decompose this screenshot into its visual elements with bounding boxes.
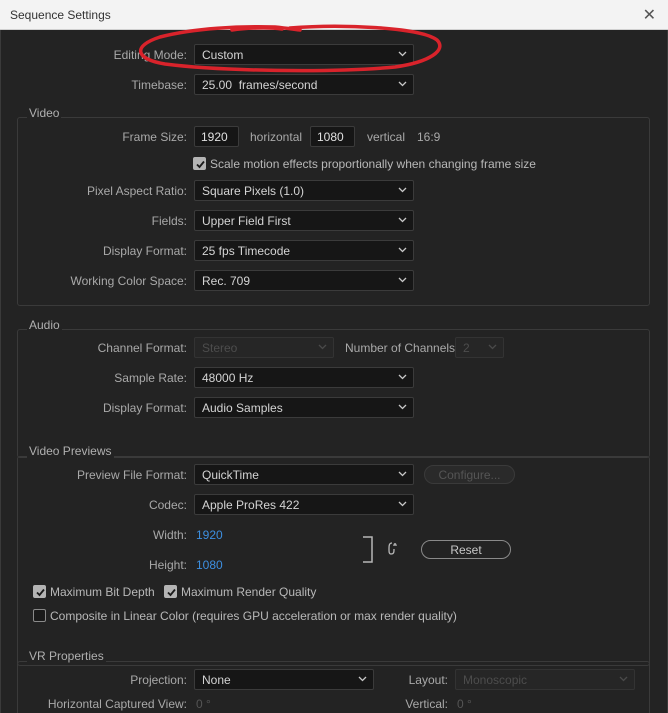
preview-format-label: Preview File Format: xyxy=(76,468,187,482)
audio-display-format-value: Audio Samples xyxy=(202,401,283,415)
preview-height-label: Height: xyxy=(148,558,187,572)
par-label: Pixel Aspect Ratio: xyxy=(86,184,187,198)
fields-value: Upper Field First xyxy=(202,214,291,228)
max-render-quality-checkbox[interactable] xyxy=(164,585,177,598)
par-value: Square Pixels (1.0) xyxy=(202,184,305,198)
preview-width-label: Width: xyxy=(152,528,187,542)
sample-rate-value: 48000 Hz xyxy=(202,371,254,385)
scale-motion-checkbox[interactable] xyxy=(193,157,206,170)
configure-button[interactable]: Configure... xyxy=(424,465,515,484)
chevron-down-icon xyxy=(397,399,408,415)
chevron-down-icon xyxy=(397,272,408,288)
frame-size-label: Frame Size: xyxy=(122,130,187,144)
title-bar: Sequence Settings ✕ xyxy=(0,0,668,30)
video-display-format-select[interactable]: 25 fps Timecode xyxy=(194,240,414,261)
aspect-ratio-text: 16:9 xyxy=(417,130,441,144)
fields-label: Fields: xyxy=(151,214,187,228)
chevron-down-icon xyxy=(397,466,408,482)
max-bit-depth-checkbox[interactable] xyxy=(33,585,46,598)
link-icon[interactable] xyxy=(361,535,401,565)
projection-value: None xyxy=(202,673,231,687)
preview-format-value: QuickTime xyxy=(202,468,259,482)
max-bit-depth-label: Maximum Bit Depth xyxy=(50,585,155,599)
chevron-down-icon xyxy=(317,339,328,355)
channel-format-value: Stereo xyxy=(202,341,238,355)
composite-linear-label: Composite in Linear Color (requires GPU … xyxy=(50,609,457,623)
editing-mode-select[interactable]: Custom xyxy=(194,44,414,65)
frame-width-input[interactable]: 1920 xyxy=(194,126,239,147)
horizontal-captured-view-value[interactable]: 0 ° xyxy=(196,697,211,711)
num-channels-value: 2 xyxy=(463,341,470,355)
vertical-label: vertical xyxy=(367,130,406,144)
editing-mode-value: Custom xyxy=(202,48,244,62)
chevron-down-icon xyxy=(397,242,408,258)
video-previews-title: Video Previews xyxy=(27,444,114,458)
chevron-down-icon xyxy=(397,76,408,92)
color-space-value: Rec. 709 xyxy=(202,274,251,288)
scale-motion-label: Scale motion effects proportionally when… xyxy=(210,157,536,171)
codec-value: Apple ProRes 422 xyxy=(202,498,300,512)
projection-select[interactable]: None xyxy=(194,669,374,690)
chevron-down-icon xyxy=(397,369,408,385)
codec-label: Codec: xyxy=(148,498,187,512)
layout-label: Layout: xyxy=(408,673,448,687)
window-title: Sequence Settings xyxy=(10,8,111,22)
sample-rate-select[interactable]: 48000 Hz xyxy=(194,367,414,388)
editing-mode-label: Editing Mode: xyxy=(113,48,187,62)
chevron-down-icon xyxy=(357,671,368,687)
color-space-label: Working Color Space: xyxy=(70,274,188,288)
chevron-down-icon xyxy=(487,339,498,355)
layout-value: Monoscopic xyxy=(463,673,528,687)
preview-format-select[interactable]: QuickTime xyxy=(194,464,414,485)
video-group-title: Video xyxy=(27,106,62,120)
chevron-down-icon xyxy=(397,496,408,512)
preview-width-value[interactable]: 1920 xyxy=(196,528,223,542)
par-select[interactable]: Square Pixels (1.0) xyxy=(194,180,414,201)
channel-format-select[interactable]: Stereo xyxy=(194,337,334,358)
color-space-select[interactable]: Rec. 709 xyxy=(194,270,414,291)
preview-height-value[interactable]: 1080 xyxy=(196,558,223,572)
horizontal-label: horizontal xyxy=(250,130,303,144)
vr-properties-title: VR Properties xyxy=(27,649,106,663)
channel-format-label: Channel Format: xyxy=(97,341,187,355)
video-display-format-label: Display Format: xyxy=(102,244,187,258)
reset-button[interactable]: Reset xyxy=(421,540,511,559)
sample-rate-label: Sample Rate: xyxy=(114,371,187,385)
num-channels-label: Number of Channels: xyxy=(345,341,459,355)
audio-display-format-label: Display Format: xyxy=(102,401,187,415)
composite-linear-checkbox[interactable] xyxy=(33,609,46,622)
check-icon xyxy=(166,587,177,598)
horizontal-captured-view-label: Horizontal Captured View: xyxy=(47,697,187,711)
chevron-down-icon xyxy=(618,671,629,687)
close-icon[interactable]: ✕ xyxy=(643,5,656,25)
timebase-select[interactable]: 25.00 frames/second xyxy=(194,74,414,95)
num-channels-select[interactable]: 2 xyxy=(455,337,504,358)
fields-select[interactable]: Upper Field First xyxy=(194,210,414,231)
chevron-down-icon xyxy=(397,212,408,228)
audio-group-title: Audio xyxy=(27,318,62,332)
timebase-label: Timebase: xyxy=(131,78,187,92)
sequence-settings-panel: Editing Mode: Custom Timebase: 25.00 fra… xyxy=(0,30,668,713)
chevron-down-icon xyxy=(397,46,408,62)
check-icon xyxy=(195,159,206,170)
chevron-down-icon xyxy=(397,182,408,198)
audio-display-format-select[interactable]: Audio Samples xyxy=(194,397,414,418)
video-display-format-value: 25 fps Timecode xyxy=(202,244,291,258)
check-icon xyxy=(35,587,46,598)
frame-height-input[interactable]: 1080 xyxy=(310,126,355,147)
vertical-view-label: Vertical: xyxy=(405,697,448,711)
vertical-view-value[interactable]: 0 ° xyxy=(457,697,472,711)
max-render-quality-label: Maximum Render Quality xyxy=(181,585,317,599)
timebase-value: 25.00 frames/second xyxy=(202,78,318,92)
codec-select[interactable]: Apple ProRes 422 xyxy=(194,494,414,515)
projection-label: Projection: xyxy=(130,673,187,687)
layout-select[interactable]: Monoscopic xyxy=(455,669,635,690)
